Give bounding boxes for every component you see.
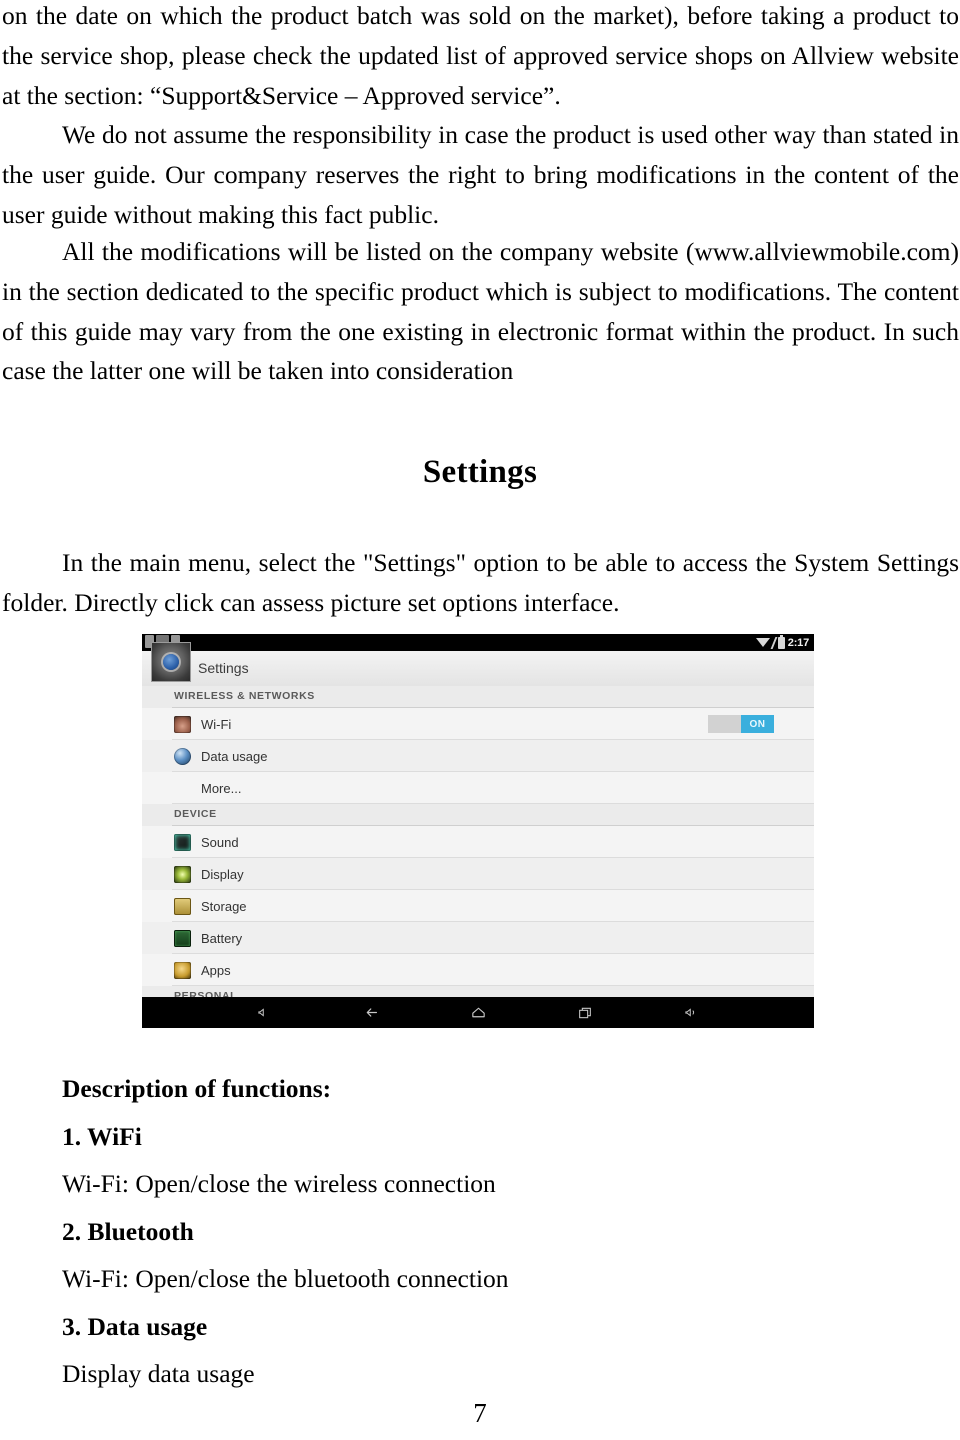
action-bar: Settings [142,642,814,687]
settings-row-label: Wi-Fi [201,716,232,732]
status-bar-system-icons: 2:17 [755,634,809,651]
volume-up-icon[interactable] [684,1005,699,1020]
settings-row-label: Data usage [201,748,268,764]
settings-row-wifi[interactable]: Wi-Fi ON [142,708,814,740]
modifications-paragraph-block: All the modifications will be listed on … [2,232,959,391]
document-page: on the date on which the product batch w… [0,0,960,1440]
settings-row-label: Sound [201,834,239,850]
status-bar: 2:17 [142,634,814,651]
settings-intro-paragraph: In the main menu, select the "Settings" … [2,548,959,617]
recent-apps-icon[interactable] [577,1005,593,1021]
apps-icon [174,961,191,979]
battery-icon [777,634,785,649]
home-icon[interactable] [470,1004,487,1021]
settings-row-label: More... [201,780,242,796]
wifi-toggle[interactable]: ON [708,715,774,733]
page-title: Settings [422,454,538,490]
settings-row-more[interactable]: More... [142,772,814,804]
settings-row-label: Display [201,866,244,882]
sound-icon [174,833,191,851]
description-heading-bluetooth: 2. Bluetooth [62,1216,194,1246]
warranty-paragraph: on the date on which the product batch w… [2,1,959,110]
wifi-icon [755,637,770,647]
section-header-personal: PERSONAL [142,986,814,997]
descriptions-title: Description of functions: [62,1074,332,1103]
settings-row-battery[interactable]: Battery [142,922,814,954]
description-heading-wifi: 1. WiFi [62,1121,142,1151]
description-of-functions-block: Description of functions: 1. WiFi Wi-Fi:… [62,1065,762,1398]
data-usage-icon [174,747,191,765]
wifi-toggle-on-label: ON [741,715,774,733]
action-bar-title: Settings [198,660,249,676]
settings-gear-icon [151,642,191,682]
display-icon [174,865,191,883]
storage-icon [174,897,191,915]
description-body-bluetooth: Wi-Fi: Open/close the bluetooth connecti… [62,1264,509,1293]
page-number: 7 [473,1398,487,1428]
signal-slash-icon [770,636,778,649]
battery-row-icon [174,929,191,947]
settings-row-storage[interactable]: Storage [142,890,814,922]
wifi-row-icon [174,715,191,733]
settings-row-data-usage[interactable]: Data usage [142,740,814,772]
settings-row-label: Apps [201,962,231,978]
volume-down-icon[interactable] [257,1005,272,1020]
settings-row-apps[interactable]: Apps [142,954,814,986]
settings-row-label: Storage [201,898,247,914]
description-body-wifi: Wi-Fi: Open/close the wireless connectio… [62,1169,496,1198]
settings-row-display[interactable]: Display [142,858,814,890]
status-bar-clock: 2:17 [787,636,809,649]
warranty-paragraph-block: on the date on which the product batch w… [2,0,959,235]
description-heading-data-usage: 3. Data usage [62,1311,208,1341]
settings-intro-block: In the main menu, select the "Settings" … [2,543,959,623]
navigation-bar[interactable] [142,997,814,1028]
android-settings-screenshot: 2:17 Settings WIRELESS & NETWORKS Wi-Fi … [142,634,814,1028]
settings-row-label: Battery [201,930,243,946]
section-header-wireless: WIRELESS & NETWORKS [142,686,814,708]
settings-list[interactable]: WIRELESS & NETWORKS Wi-Fi ON Data usage … [142,686,814,997]
modifications-paragraph: All the modifications will be listed on … [2,237,959,386]
settings-row-sound[interactable]: Sound [142,826,814,858]
section-header-device: DEVICE [142,804,814,826]
responsibility-paragraph: We do not assume the responsibility in c… [2,120,959,229]
wifi-toggle-off-half [708,715,741,733]
description-body-data-usage: Display data usage [62,1359,255,1388]
back-icon[interactable] [363,1004,380,1021]
